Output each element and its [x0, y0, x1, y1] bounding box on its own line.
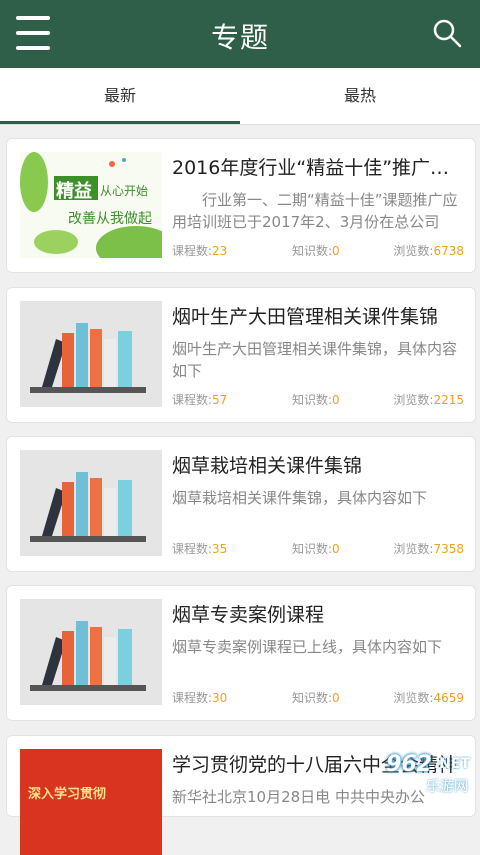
topic-stats: 课程数:30 知识数:0 浏览数:4659 [172, 689, 464, 707]
topic-card[interactable]: 烟草栽培相关课件集锦 烟草栽培相关课件集锦，具体内容如下 课程数:35 知识数:… [6, 436, 476, 572]
knowledge-count: 知识数:0 [292, 244, 340, 258]
topic-title: 2016年度行业“精益十佳”推广课... [172, 157, 462, 179]
topic-description: 行业第一、二期“精益十佳”课题推广应用培训班已于2017年2、3月份在总公司职.… [172, 191, 458, 231]
site-watermark: 962 .NET 乐游网 [344, 750, 474, 795]
topic-title: 烟叶生产大田管理相关课件集锦 [172, 306, 439, 328]
knowledge-count: 知识数:0 [292, 542, 340, 556]
topic-stats: 课程数:35 知识数:0 浏览数:7358 [172, 540, 464, 558]
page-title: 专题 [210, 21, 269, 54]
view-count: 浏览数:2215 [393, 393, 464, 407]
topic-description: 烟草专卖案例课程已上线，具体内容如下 [172, 638, 443, 656]
course-count: 课程数:30 [172, 691, 228, 705]
topic-title: 烟草栽培相关课件集锦 [172, 455, 363, 477]
books-thumbnail [20, 450, 162, 556]
search-icon[interactable] [432, 18, 462, 48]
knowledge-count: 知识数:0 [292, 691, 340, 705]
books-thumbnail [20, 599, 162, 705]
topic-card[interactable]: 精益 从心开始 改善从我做起 2016年度行业“精益十佳”推广课... 行业第一… [6, 138, 476, 273]
topic-stats: 课程数:23 知识数:0 浏览数:6738 [172, 242, 464, 260]
watermark-sub: 乐游网 [426, 779, 468, 795]
thumbnail-slogan-1: 从心开始 [100, 184, 149, 198]
topic-card[interactable]: 烟叶生产大田管理相关课件集锦 烟叶生产大田管理相关课件集锦，具体内容如下 课程数… [6, 287, 476, 423]
course-count: 课程数:23 [172, 244, 228, 258]
topic-thumbnail: 深入学习贯彻 [20, 749, 162, 855]
view-count: 浏览数:4659 [393, 691, 464, 705]
thumbnail-slogan-2: 改善从我做起 [68, 211, 152, 227]
books-thumbnail [20, 301, 162, 407]
topic-thumbnail: 精益 从心开始 改善从我做起 [20, 152, 162, 258]
top-app-bar: 专题 [0, 0, 480, 68]
view-count: 浏览数:7358 [393, 542, 464, 556]
active-tab-indicator [0, 121, 240, 124]
tab-hottest[interactable]: 最热 [240, 68, 480, 124]
thumbnail-heading: 精益 [56, 181, 92, 202]
topic-description: 烟草栽培相关课件集锦，具体内容如下 [172, 489, 428, 507]
thumbnail-banner-text: 深入学习贯彻 [28, 787, 107, 802]
view-count: 浏览数:6738 [393, 244, 464, 258]
topic-description: 烟叶生产大田管理相关课件集锦，具体内容如下 [172, 340, 458, 380]
course-count: 课程数:35 [172, 542, 228, 556]
topic-card[interactable]: 烟草专卖案例课程 烟草专卖案例课程已上线，具体内容如下 课程数:30 知识数:0… [6, 585, 476, 721]
topic-stats: 课程数:57 知识数:0 浏览数:2215 [172, 391, 464, 409]
course-count: 课程数:57 [172, 393, 228, 407]
knowledge-count: 知识数:0 [292, 393, 340, 407]
watermark-brand: 962 [386, 752, 432, 777]
tab-bar: 最新 最热 [0, 68, 480, 125]
topic-title: 烟草专卖案例课程 [172, 604, 325, 626]
watermark-suffix: .NET [433, 756, 470, 772]
tab-latest[interactable]: 最新 [0, 68, 240, 124]
